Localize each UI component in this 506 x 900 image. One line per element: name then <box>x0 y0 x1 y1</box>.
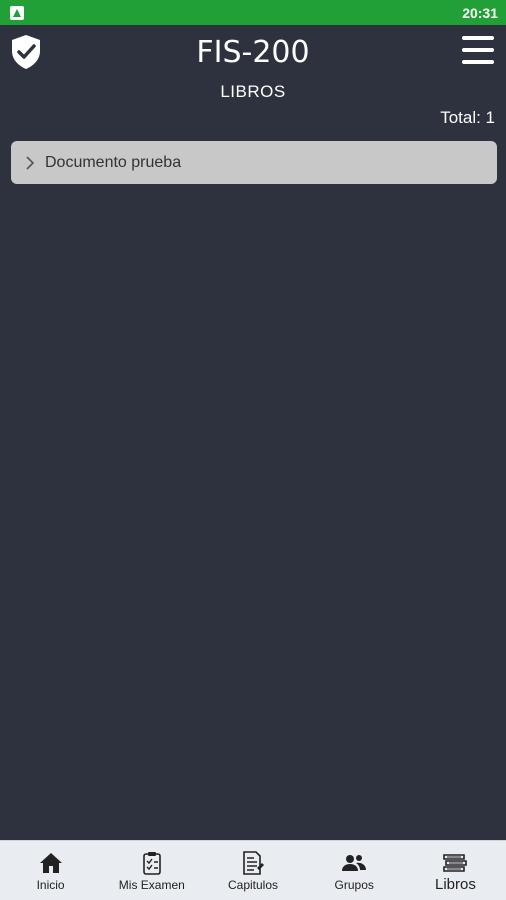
nav-label: Mis Examen <box>118 878 185 892</box>
section-title: LIBROS <box>220 82 286 101</box>
group-icon <box>342 855 367 871</box>
status-bar: 20:31 <box>0 0 506 25</box>
home-icon <box>39 853 62 873</box>
page-title: FIS-200 <box>196 35 310 70</box>
nav-item-grupos[interactable]: Grupos <box>304 841 405 900</box>
books-list: Documento prueba <box>11 141 497 184</box>
nav-label: Inicio <box>36 878 65 892</box>
nav-label: Libros <box>434 876 476 893</box>
nav-label: Grupos <box>334 878 374 892</box>
total-count: Total: 1 <box>440 108 495 127</box>
books-icon <box>443 854 468 872</box>
chevron-right-icon <box>26 155 35 170</box>
hamburger-menu-icon[interactable] <box>462 36 494 66</box>
status-time: 20:31 <box>462 4 498 21</box>
notification-app-icon <box>10 5 24 20</box>
nav-item-libros[interactable]: Libros <box>405 841 506 900</box>
app-header: FIS-200 LIBROS Total: 1 <box>0 25 506 135</box>
nav-label: Capitulos <box>227 878 279 892</box>
book-title: Documento prueba <box>45 153 182 171</box>
list-item[interactable]: Documento prueba <box>11 141 497 184</box>
bottom-nav: Inicio Mis Examen Capitulos Grupos Libro… <box>0 840 506 900</box>
document-list-icon <box>243 851 264 875</box>
nav-item-capitulos[interactable]: Capitulos <box>202 841 303 900</box>
clipboard-icon <box>142 852 161 875</box>
nav-item-inicio[interactable]: Inicio <box>0 841 101 900</box>
nav-item-mis-examen[interactable]: Mis Examen <box>101 841 202 900</box>
